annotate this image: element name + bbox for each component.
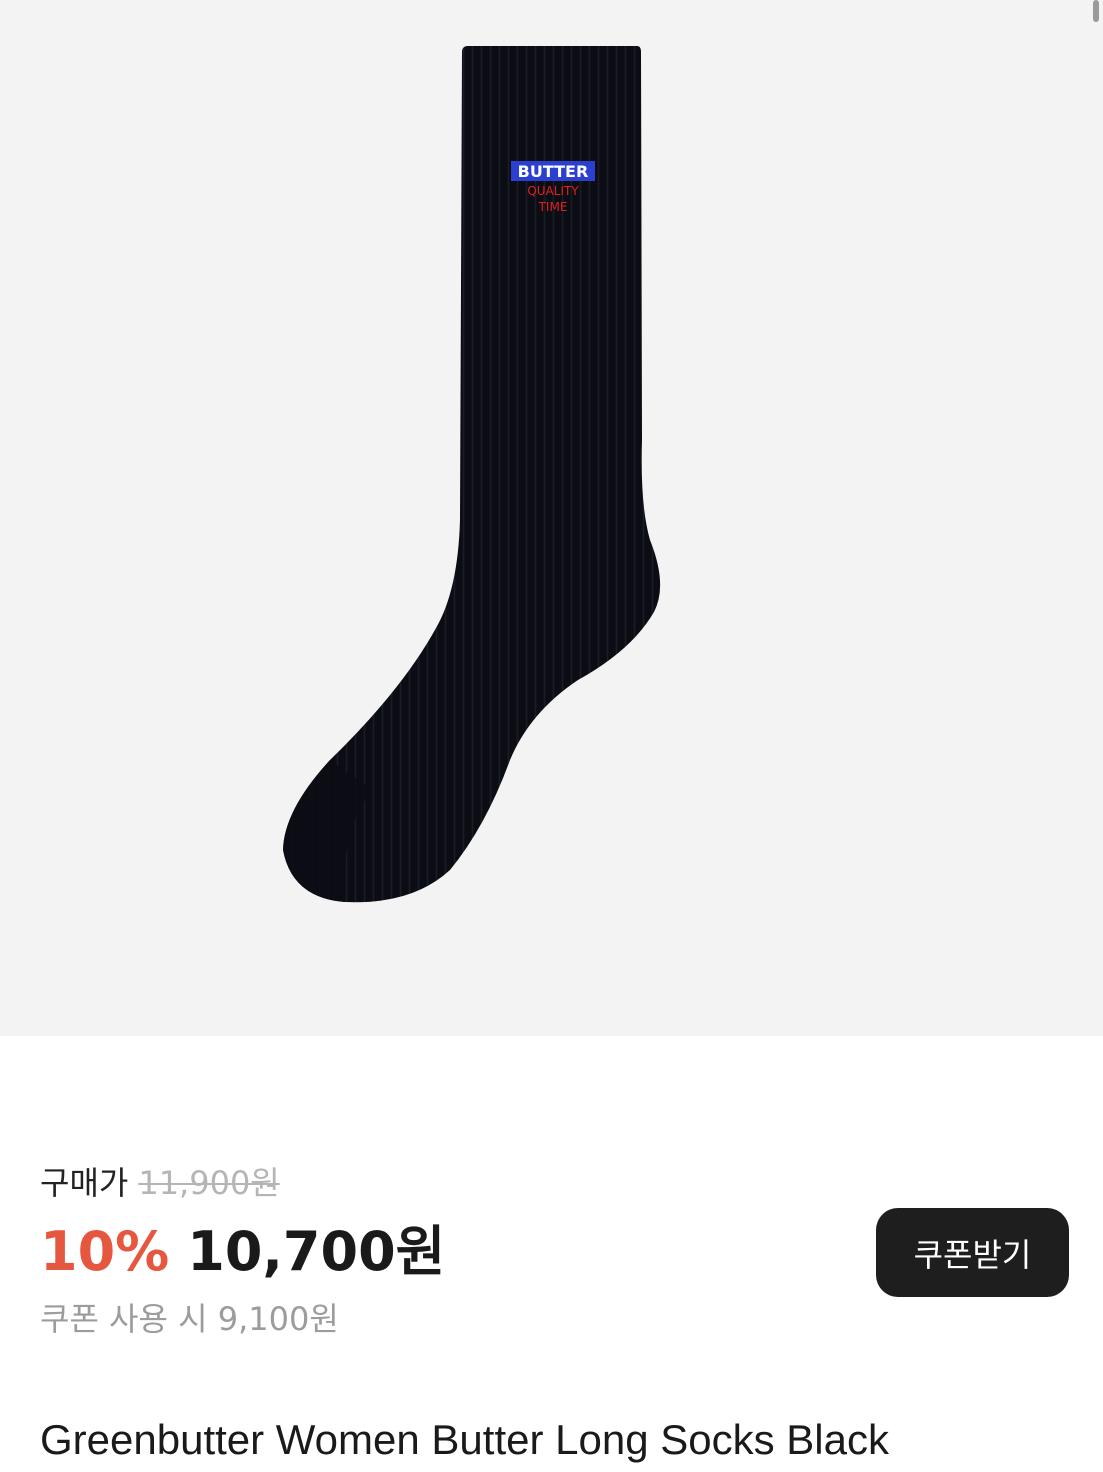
coupon-price-note: 쿠폰 사용 시 9,100원 xyxy=(40,1300,339,1338)
product-title: Greenbutter Women Butter Long Socks Blac… xyxy=(40,1416,889,1463)
scroll-indicator[interactable] xyxy=(1093,0,1099,22)
product-image[interactable]: BUTTER QUALITY TIME xyxy=(0,0,1103,1036)
price-block: 구매가 11,900원 10% 10,700원 쿠폰 사용 시 9,100원 xyxy=(40,1160,445,1342)
discount-rate: 10% xyxy=(40,1220,170,1283)
original-price: 11,900원 xyxy=(138,1164,280,1202)
get-coupon-button[interactable]: 쿠폰받기 xyxy=(876,1208,1069,1297)
logo-line1: BUTTER xyxy=(518,162,589,181)
price-label: 구매가 xyxy=(40,1164,129,1202)
price-label-row: 구매가 11,900원 xyxy=(40,1160,445,1206)
sale-row: 10% 10,700원 xyxy=(40,1220,445,1284)
logo-line3: TIME xyxy=(538,200,568,214)
sock-illustration: BUTTER QUALITY TIME xyxy=(283,46,661,903)
logo-line2: QUALITY xyxy=(527,184,579,198)
sale-price: 10,700원 xyxy=(187,1220,446,1283)
